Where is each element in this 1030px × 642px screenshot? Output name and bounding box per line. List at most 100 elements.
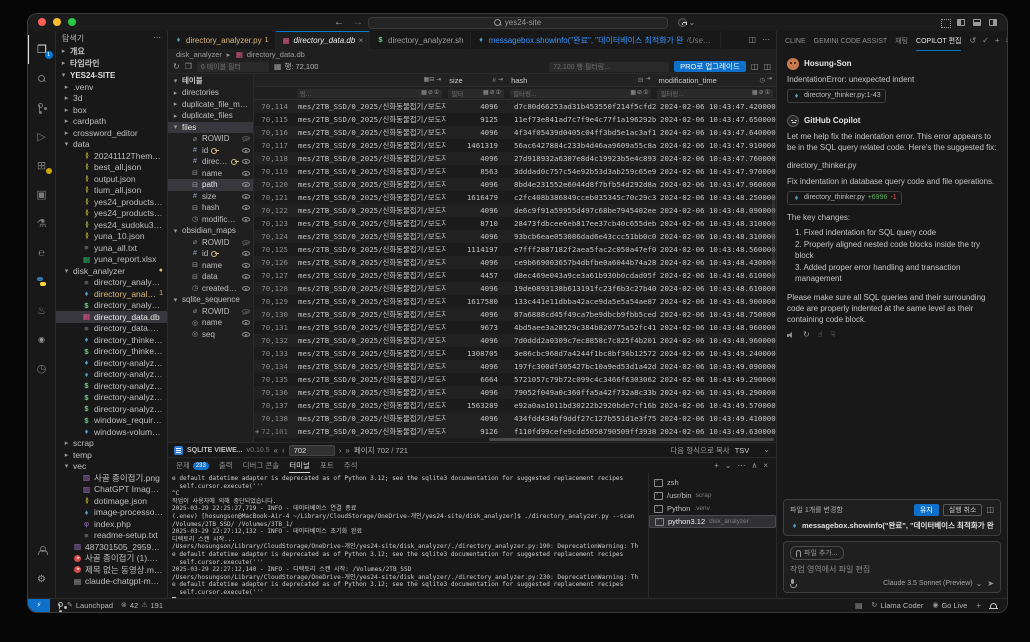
visibility-eye-icon[interactable] [242, 217, 250, 222]
table-row[interactable]: 70,132 mes/2TB_SSD/0_2025/신화동물접기/보도자료/리소… [254, 334, 776, 347]
explorer-item[interactable]: data [56, 139, 167, 151]
visibility-eye-icon[interactable] [242, 332, 250, 337]
terminal-list-item[interactable]: zsh [649, 476, 776, 489]
explorer-item[interactable]: directory-analyzer (2).py [56, 357, 167, 369]
keep-button[interactable]: 유지 [914, 504, 939, 516]
extensions-icon[interactable]: ⊞ [28, 151, 56, 180]
send-icon[interactable] [987, 580, 994, 588]
account-icon[interactable] [28, 536, 56, 565]
panel-tab[interactable]: 주석 [344, 458, 358, 473]
explorer-item[interactable]: temp [56, 449, 167, 461]
tree-item[interactable]: directory... [168, 156, 253, 168]
table-row[interactable]: 70,128 mes/2TB_SSD/0_2025/신화동물접기/보도자료/리소… [254, 282, 776, 295]
table-row[interactable]: 70,136 mes/2TB_SSD/0_2025/신화동물접기/보도자료/리소… [254, 386, 776, 399]
add-row[interactable]: +72,101 mes/2TB_SSD/0_2025/신화동물접기/보도자료/리… [254, 425, 776, 438]
explorer-item[interactable]: image-processor.py [56, 507, 167, 519]
visibility-eye-icon[interactable] [242, 309, 250, 314]
explorer-item[interactable]: windows-volume-scanner.py [56, 426, 167, 438]
visibility-eye-icon[interactable] [242, 320, 250, 325]
copilot-menu[interactable] [678, 18, 696, 27]
command-center-search[interactable]: yes24-site [368, 17, 668, 29]
tree-item[interactable]: duplicate_files [168, 110, 253, 122]
table-row[interactable]: 70,138 mes/2TB_SSD/0_2025/신화동물접기/보도자료/리소… [254, 412, 776, 425]
explorer-item[interactable]: output.json [56, 173, 167, 185]
tab-messagebox-file[interactable]: messagebox.showinfo("완료", "데이터베이스 최적화가 완… [471, 31, 721, 49]
llama-coder-indicator[interactable]: Llama Coder [872, 601, 924, 610]
explorer-item[interactable]: .venv [56, 81, 167, 93]
run-debug-icon[interactable]: ▷ [28, 122, 56, 151]
explorer-icon[interactable]: ❐1 [28, 35, 56, 64]
table-row[interactable]: 70,135 mes/2TB_SSD/0_2025/신화동물접기/보도자료/리소… [254, 373, 776, 386]
panel-tab[interactable]: 출력 [219, 458, 233, 473]
column-header-mtime[interactable]: modification_time ◷ [654, 74, 776, 86]
table-row[interactable]: 70,121 mes/2TB_SSD/0_2025/신화동물접기/보도자료/리소… [254, 191, 776, 204]
filter-mode-icon[interactable] [421, 90, 427, 96]
row-filter-input[interactable]: 72,100 행 필터링... [549, 62, 669, 72]
tree-item[interactable]: seq [168, 329, 253, 341]
visibility-eye-icon[interactable] [242, 274, 250, 279]
close-window-button[interactable] [38, 18, 46, 26]
table-row[interactable]: 70,126 mes/2TB_SSD/0_2025/신화동물접기/보도자료/리소… [254, 256, 776, 269]
visibility-eye-icon[interactable] [242, 148, 250, 153]
panel-tab[interactable]: 디버그 콘솔 [243, 458, 280, 473]
tree-item[interactable]: size [168, 191, 253, 203]
add-file-chip[interactable]: 파일 추가... [790, 546, 844, 560]
filter-mode-icon[interactable] [630, 90, 636, 96]
table-row[interactable]: 70,137 mes/2TB_SSD/0_2025/신화동물접기/보도자료/리소… [254, 399, 776, 412]
changed-file-row[interactable]: messagebox.showinfo("완료", "데이터베이스 최적화가 완… [790, 520, 994, 531]
pin-column-icon[interactable] [498, 77, 503, 84]
explorer-item[interactable]: directory_thinker.sh [56, 346, 167, 358]
explorer-item[interactable]: best_all.json [56, 162, 167, 174]
explorer-item[interactable]: 사골 종이접기 (1).mp4 [56, 553, 167, 565]
table-row[interactable]: 70,129 mes/2TB_SSD/0_2025/신화동물접기/보도자료/리소… [254, 295, 776, 308]
prompt-box[interactable]: 파일 추가... 작업 영역에서 파일 편집 Claude 3.5 Sonnet… [783, 541, 1001, 593]
prev-page-icon[interactable]: ‹ [282, 446, 285, 455]
accept-edit-icon[interactable] [982, 37, 989, 45]
table-row[interactable]: 70,122 mes/2TB_SSD/0_2025/신화동물접기/보도자료/리소… [254, 204, 776, 217]
table-row[interactable]: 70,118 mes/2TB_SSD/0_2025/신화동물접기/보도자료/리소… [254, 152, 776, 165]
tree-item[interactable]: obsidian_maps [168, 225, 253, 237]
search-icon[interactable] [28, 64, 56, 93]
explorer-item[interactable]: 제목 없는 동영상.mp4 [56, 564, 167, 576]
visibility-eye-icon[interactable] [242, 240, 250, 245]
explorer-item[interactable]: directory_analyzer.py 1 [56, 288, 167, 300]
explorer-item[interactable]: vec [56, 461, 167, 473]
visibility-eye-icon[interactable] [242, 171, 250, 176]
settings-gear-icon[interactable] [28, 565, 56, 594]
table-row[interactable]: 70,123 mes/2TB_SSD/0_2025/신화동물접기/보도자료/리소… [254, 217, 776, 230]
explorer-item[interactable]: scrap [56, 438, 167, 450]
filter-case-icon[interactable] [434, 90, 439, 96]
tree-item[interactable]: files [168, 122, 253, 134]
duplicate-view-icon[interactable] [185, 63, 192, 71]
editor-more-icon[interactable] [762, 36, 770, 44]
explorer-item[interactable]: directory-analyzer_a.py [56, 369, 167, 381]
explorer-item[interactable]: directory_thinker.py [56, 334, 167, 346]
visibility-eye-icon[interactable] [242, 263, 250, 268]
panel-tab[interactable]: 터미널 [289, 458, 310, 473]
vertical-scrollbar[interactable] [772, 194, 775, 284]
minimize-window-button[interactable] [53, 18, 61, 26]
source-control-icon[interactable] [28, 93, 56, 122]
explorer-item[interactable]: directory-analyzer-usage.sh [56, 403, 167, 415]
close-chat-icon[interactable] [1006, 37, 1008, 45]
explorer-item[interactable]: directory_analyzer.log [56, 277, 167, 289]
explorer-item[interactable]: claude-chatgpt-mcp-main.zip [56, 576, 167, 588]
explorer-item[interactable]: yes24_products_updated.json [56, 208, 167, 220]
table-row[interactable]: 70,117 mes/2TB_SSD/0_2025/신화동물접기/보도자료/리소… [254, 139, 776, 152]
tables-header[interactable]: 테이블 [168, 74, 253, 87]
next-page-icon[interactable]: › [339, 446, 342, 455]
remote-indicator[interactable] [28, 599, 50, 612]
column-header-hash[interactable]: hash ⊟ [507, 74, 654, 86]
pin-column-icon[interactable] [645, 76, 650, 84]
terminal-list-item[interactable]: /usr/bin scrap [649, 489, 776, 502]
filter-input-mtime[interactable]: 필터링... [657, 89, 773, 98]
regenerate-icon[interactable] [803, 331, 810, 339]
column-header-size[interactable]: size # [445, 74, 507, 86]
thumbs-up-icon[interactable] [818, 331, 823, 339]
filter-not-icon[interactable] [490, 90, 495, 96]
tree-item[interactable]: sqlite_sequence [168, 294, 253, 306]
explorer-item[interactable]: tium_all.json [56, 185, 167, 197]
section-timeline[interactable]: 타임라인 [56, 57, 167, 69]
tree-item[interactable]: data [168, 271, 253, 283]
testing-beaker-icon[interactable]: ⚗ [28, 209, 56, 238]
